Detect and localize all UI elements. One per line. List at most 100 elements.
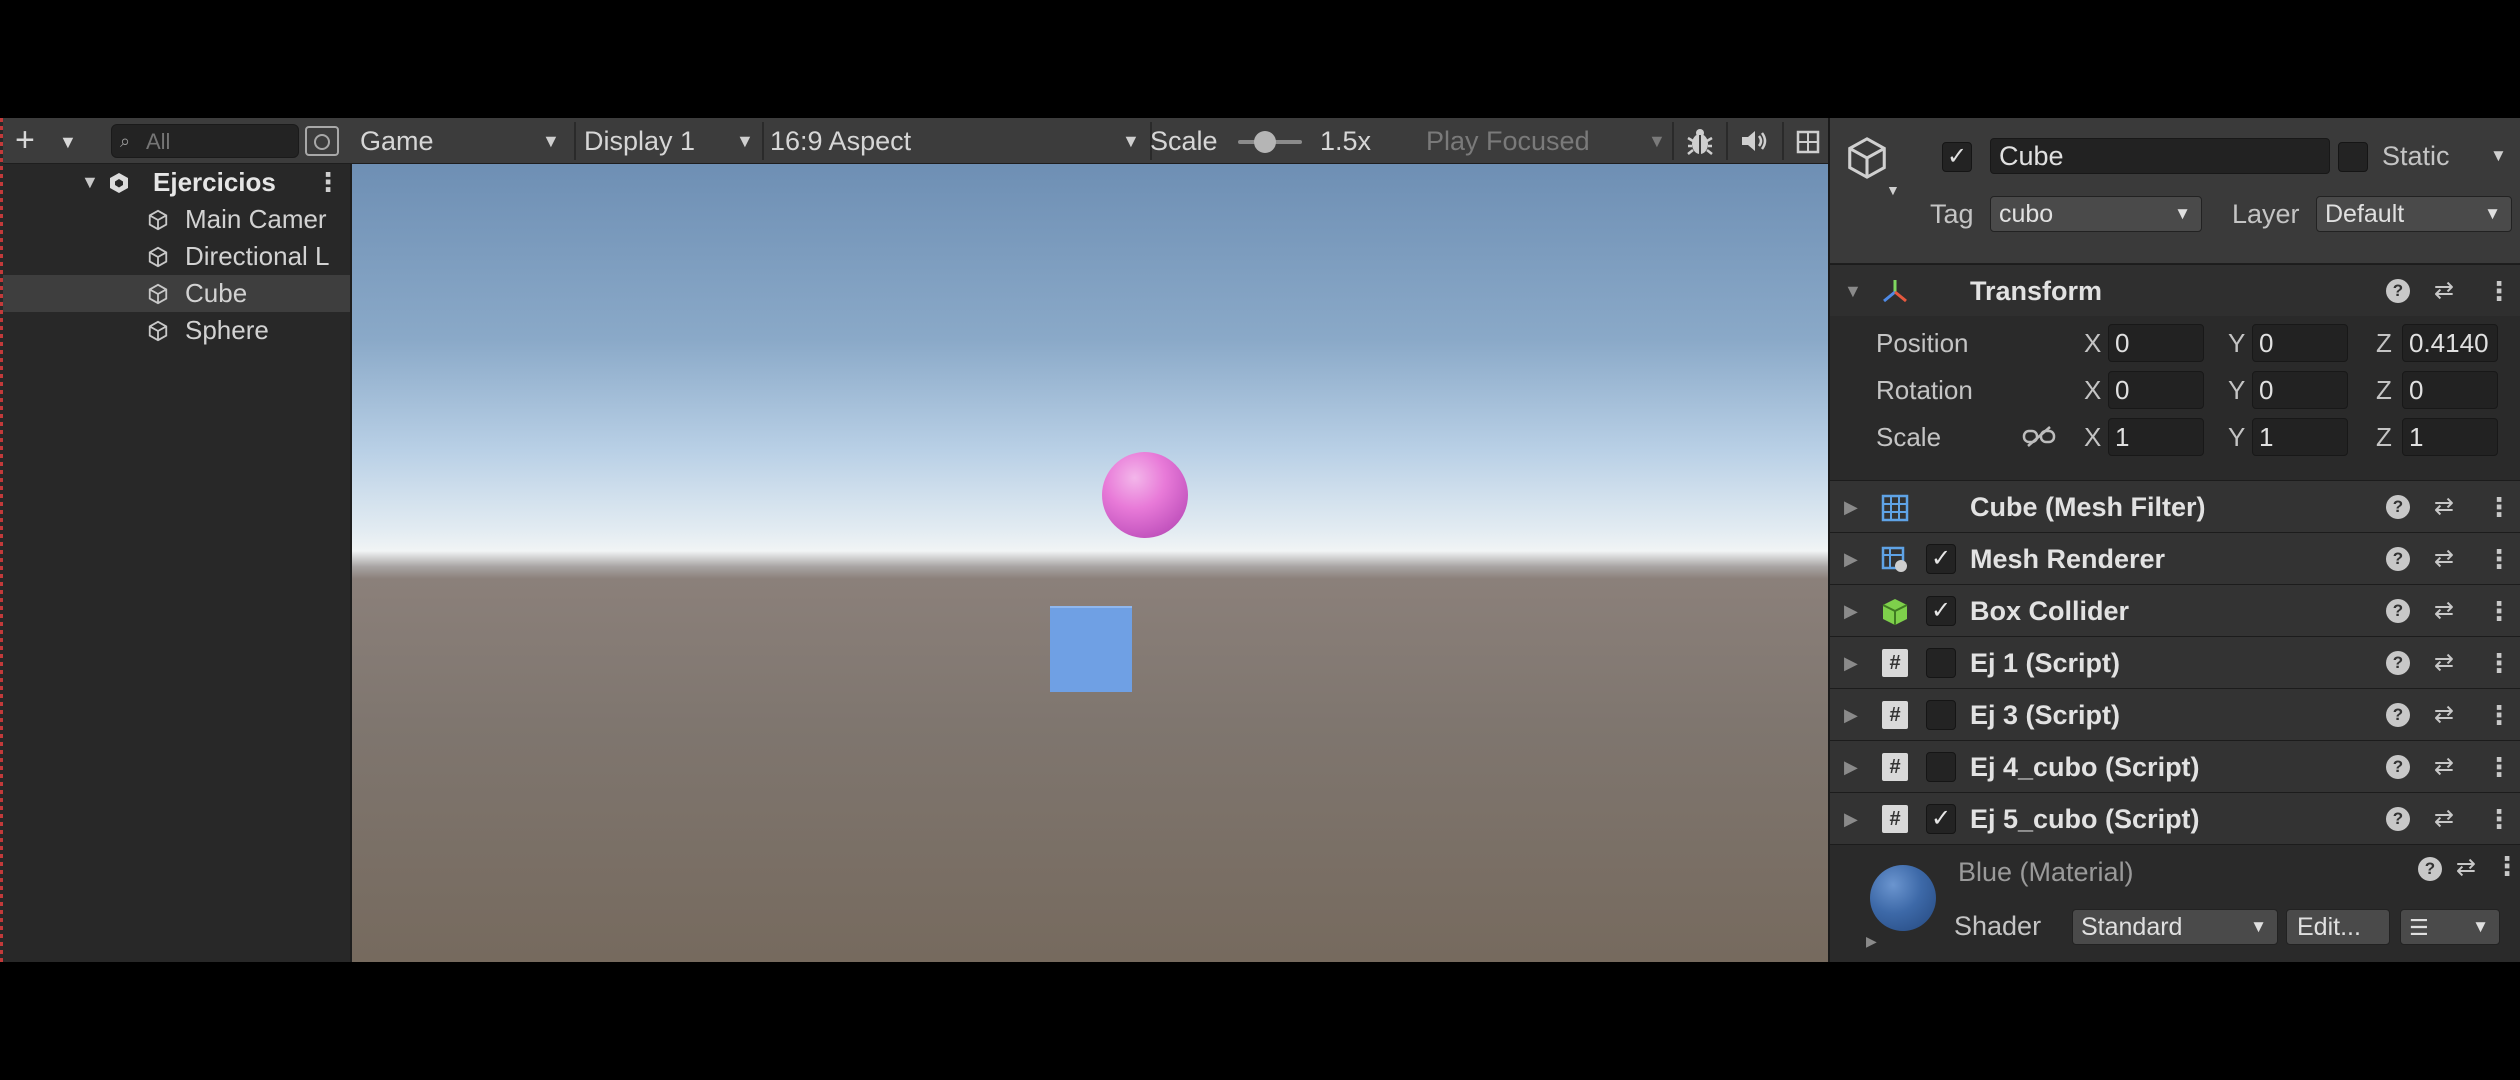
more-options-icon[interactable]: ⋮	[2486, 793, 2512, 845]
help-icon[interactable]: ?	[2386, 651, 2410, 675]
presets-icon[interactable]: ⇄	[2434, 793, 2454, 845]
expand-arrow-icon[interactable]: ▶	[1844, 741, 1858, 793]
layer-dropdown[interactable]: Default ▼	[2316, 196, 2512, 232]
expand-arrow-icon[interactable]: ▼	[1844, 265, 1862, 317]
presets-icon[interactable]: ⇄	[2434, 533, 2454, 585]
hierarchy-item-directional-light[interactable]: Directional L	[3, 238, 350, 275]
y-label[interactable]: Y	[2228, 370, 2245, 410]
hierarchy-search-input[interactable]	[146, 129, 286, 155]
presets-icon[interactable]: ⇄	[2456, 853, 2476, 882]
presets-icon[interactable]: ⇄	[2434, 265, 2454, 317]
aspect-dropdown[interactable]: 16:9 Aspect ▼	[770, 118, 1140, 164]
chevron-down-icon[interactable]: ▼	[2490, 138, 2507, 174]
more-options-icon[interactable]: ⋮	[2486, 585, 2512, 637]
component-mesh-renderer[interactable]: ▶ ✓ Mesh Renderer ? ⇄ ⋮	[1830, 532, 2520, 584]
gameobject-cube-icon[interactable]	[1844, 134, 1890, 182]
presets-icon[interactable]: ⇄	[2434, 741, 2454, 793]
expand-arrow-icon[interactable]: ▶	[1844, 481, 1858, 533]
help-icon[interactable]: ?	[2386, 807, 2410, 831]
shader-dropdown[interactable]: Standard ▼	[2072, 909, 2278, 945]
display-dropdown[interactable]: Display 1 ▼	[584, 118, 756, 164]
rotation-z-field[interactable]: 0	[2402, 371, 2498, 409]
component-ej5-cubo-script[interactable]: ▶ # ✓ Ej 5_cubo (Script) ? ⇄ ⋮	[1830, 792, 2520, 844]
more-options-icon[interactable]: ⋮	[2486, 265, 2512, 317]
enabled-checkbox[interactable]	[1926, 700, 1956, 730]
presets-icon[interactable]: ⇄	[2434, 585, 2454, 637]
x-label[interactable]: X	[2084, 370, 2101, 410]
shader-options-dropdown[interactable]: ☰ ▼	[2400, 909, 2500, 945]
more-options-icon[interactable]: ⋮	[2494, 851, 2520, 882]
position-y-field[interactable]: 0	[2252, 324, 2348, 362]
help-icon[interactable]: ?	[2386, 755, 2410, 779]
position-z-field[interactable]: 0.4140	[2402, 324, 2498, 362]
y-label[interactable]: Y	[2228, 323, 2245, 363]
object-name-field[interactable]: Cube	[1990, 138, 2330, 174]
constrain-proportions-icon[interactable]	[2022, 424, 2056, 450]
scale-slider-handle[interactable]	[1254, 131, 1276, 153]
z-label[interactable]: Z	[2376, 323, 2392, 363]
expand-arrow-icon[interactable]: ▶	[1866, 933, 1877, 950]
view-mode-dropdown[interactable]: Game ▼	[360, 118, 570, 164]
play-mode-dropdown[interactable]: Play Focused ▼	[1426, 118, 1668, 164]
presets-icon[interactable]: ⇄	[2434, 689, 2454, 741]
more-options-icon[interactable]: ⋮	[2486, 741, 2512, 793]
enabled-checkbox[interactable]: ✓	[1926, 544, 1956, 574]
expand-arrow-icon[interactable]: ▶	[1844, 585, 1858, 637]
material-preview-sphere[interactable]	[1870, 865, 1936, 931]
tag-dropdown[interactable]: cubo ▼	[1990, 196, 2202, 232]
help-icon[interactable]: ?	[2386, 703, 2410, 727]
more-options-icon[interactable]: ⋮	[2486, 637, 2512, 689]
y-label[interactable]: Y	[2228, 417, 2245, 457]
stats-grid-icon[interactable]	[1796, 130, 1820, 154]
add-object-button[interactable]: + ▼	[15, 123, 81, 158]
more-options-icon[interactable]: ⋮	[2486, 481, 2512, 533]
presets-icon[interactable]: ⇄	[2434, 481, 2454, 533]
expand-arrow-icon[interactable]: ▶	[1844, 637, 1858, 689]
transform-header[interactable]: ▼ Transform ? ⇄ ⋮	[1830, 264, 2520, 316]
presets-icon[interactable]: ⇄	[2434, 637, 2454, 689]
component-ej4-cubo-script[interactable]: ▶ # Ej 4_cubo (Script) ? ⇄ ⋮	[1830, 740, 2520, 792]
rotation-y-field[interactable]: 0	[2252, 371, 2348, 409]
expand-arrow-icon[interactable]: ▶	[1844, 793, 1858, 845]
scene-menu-icon[interactable]: ⋮	[315, 164, 341, 201]
help-icon[interactable]: ?	[2386, 599, 2410, 623]
game-viewport[interactable]	[352, 164, 1828, 962]
chevron-down-icon[interactable]: ▼	[1886, 182, 1900, 198]
more-options-icon[interactable]: ⋮	[2486, 689, 2512, 741]
scene-visibility-search-button[interactable]	[305, 126, 339, 156]
x-label[interactable]: X	[2084, 323, 2101, 363]
hierarchy-item-sphere[interactable]: Sphere	[3, 312, 350, 349]
expand-arrow-icon[interactable]: ▼	[81, 164, 99, 201]
more-options-icon[interactable]: ⋮	[2486, 533, 2512, 585]
position-x-field[interactable]: 0	[2108, 324, 2204, 362]
scale-x-field[interactable]: 1	[2108, 418, 2204, 456]
help-icon[interactable]: ?	[2418, 857, 2442, 881]
hierarchy-item-cube[interactable]: Cube	[3, 275, 350, 312]
z-label[interactable]: Z	[2376, 370, 2392, 410]
enabled-checkbox[interactable]	[1926, 648, 1956, 678]
x-label[interactable]: X	[2084, 417, 2101, 457]
hierarchy-search[interactable]: ⌕	[111, 124, 299, 158]
scale-z-field[interactable]: 1	[2402, 418, 2498, 456]
hierarchy-item-main-camera[interactable]: Main Camer	[3, 201, 350, 238]
static-checkbox[interactable]	[2338, 142, 2368, 172]
help-icon[interactable]: ?	[2386, 279, 2410, 303]
active-checkbox[interactable]: ✓	[1942, 142, 1972, 172]
audio-icon[interactable]	[1740, 128, 1770, 154]
component-ej3-script[interactable]: ▶ # Ej 3 (Script) ? ⇄ ⋮	[1830, 688, 2520, 740]
enabled-checkbox[interactable]: ✓	[1926, 804, 1956, 834]
component-mesh-filter[interactable]: ▶ Cube (Mesh Filter) ? ⇄ ⋮	[1830, 480, 2520, 532]
help-icon[interactable]: ?	[2386, 547, 2410, 571]
enabled-checkbox[interactable]	[1926, 752, 1956, 782]
rotation-x-field[interactable]: 0	[2108, 371, 2204, 409]
bug-icon[interactable]	[1684, 126, 1716, 158]
component-box-collider[interactable]: ▶ ✓ Box Collider ? ⇄ ⋮	[1830, 584, 2520, 636]
component-ej1-script[interactable]: ▶ # Ej 1 (Script) ? ⇄ ⋮	[1830, 636, 2520, 688]
enabled-checkbox[interactable]: ✓	[1926, 596, 1956, 626]
edit-shader-button[interactable]: Edit...	[2286, 909, 2390, 945]
expand-arrow-icon[interactable]: ▶	[1844, 533, 1858, 585]
z-label[interactable]: Z	[2376, 417, 2392, 457]
expand-arrow-icon[interactable]: ▶	[1844, 689, 1858, 741]
help-icon[interactable]: ?	[2386, 495, 2410, 519]
scale-y-field[interactable]: 1	[2252, 418, 2348, 456]
